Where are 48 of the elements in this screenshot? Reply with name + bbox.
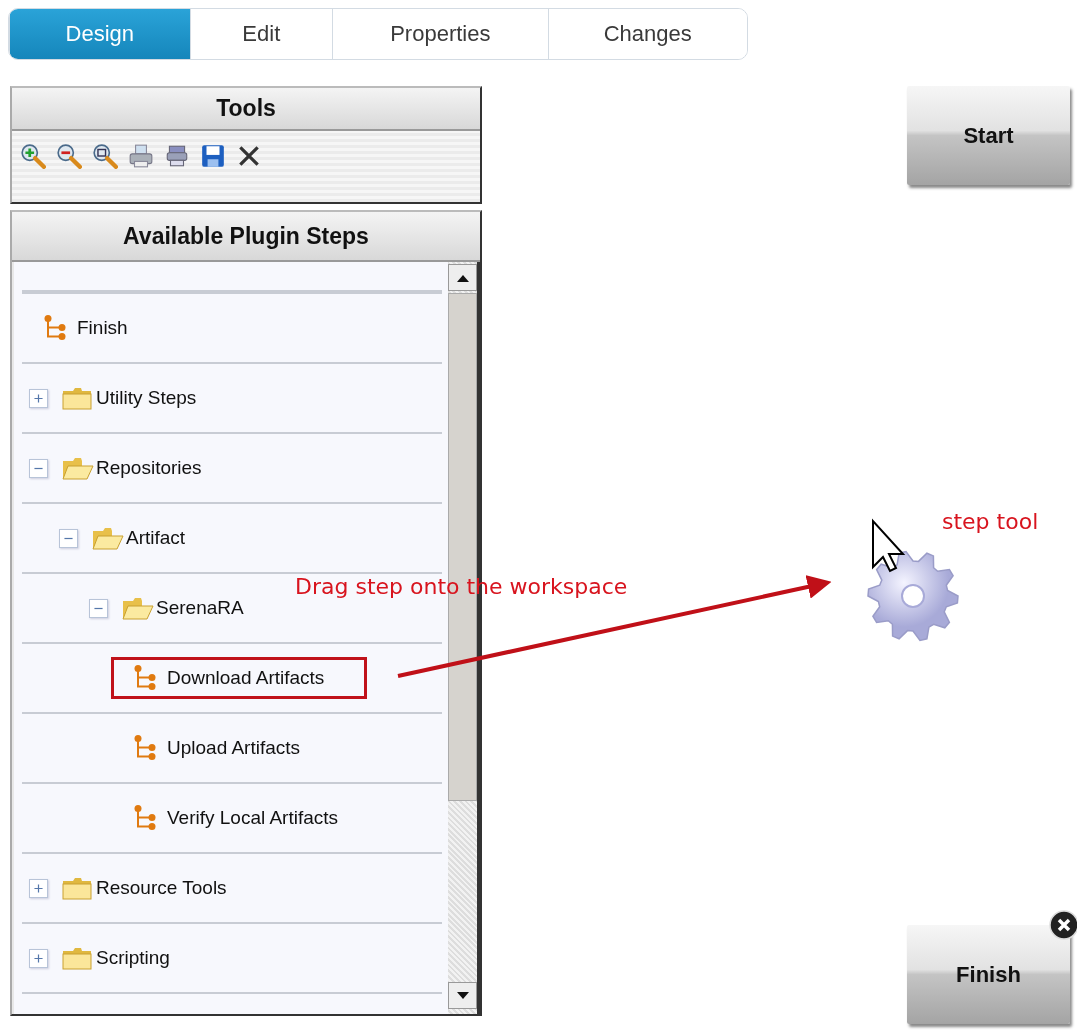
open-folder-icon xyxy=(121,595,154,621)
callout-text: step tool xyxy=(942,509,1039,534)
tree-item[interactable]: Download Artifacts xyxy=(167,667,325,689)
expand-toggle[interactable] xyxy=(29,388,48,408)
tab[interactable]: Changes xyxy=(547,9,747,59)
print-preview-icon[interactable] xyxy=(164,143,190,169)
plus-icon xyxy=(32,881,45,895)
tree-item[interactable]: Finish xyxy=(77,317,128,339)
cursor-icon xyxy=(872,518,906,573)
scroll-up-button[interactable] xyxy=(448,264,477,291)
tree-item[interactable]: Upload Artifacts xyxy=(167,737,301,759)
close-icon[interactable] xyxy=(236,143,262,169)
tree-item[interactable]: Repositories xyxy=(96,457,202,479)
folder-icon xyxy=(61,385,94,411)
gear-icon xyxy=(867,550,959,642)
folder-icon xyxy=(61,875,94,901)
save-icon[interactable] xyxy=(200,143,226,169)
tree-item[interactable]: Artifact xyxy=(126,527,186,549)
tree-item[interactable]: SerenaRA xyxy=(156,597,244,619)
expand-toggle[interactable] xyxy=(89,598,108,618)
tree-item[interactable]: Scripting xyxy=(96,947,170,969)
folder-icon xyxy=(61,945,94,971)
plus-icon xyxy=(32,951,45,965)
zoom-out-icon[interactable] xyxy=(56,143,82,169)
open-folder-icon xyxy=(91,525,124,551)
step-icon xyxy=(134,664,158,692)
remove-icon[interactable] xyxy=(1049,910,1077,940)
expand-toggle[interactable] xyxy=(29,878,48,898)
expand-toggle[interactable] xyxy=(29,458,48,478)
panel-title: Tools xyxy=(12,88,480,131)
printer-icon[interactable] xyxy=(128,143,154,169)
scroll-down-button[interactable] xyxy=(448,982,477,1009)
tree-item[interactable]: Verify Local Artifacts xyxy=(167,807,339,829)
zoom-in-icon[interactable] xyxy=(20,143,46,169)
zoom-fit-icon[interactable] xyxy=(92,143,118,169)
workflow-node[interactable]: Finish xyxy=(907,925,1070,1024)
expand-toggle[interactable] xyxy=(59,528,78,548)
step-icon xyxy=(44,314,68,342)
expand-toggle[interactable] xyxy=(29,948,48,968)
down-arrow-icon xyxy=(455,990,470,1001)
open-folder-icon xyxy=(61,455,94,481)
panel-title: Available Plugin Steps xyxy=(12,212,480,262)
tree-item[interactable]: Utility Steps xyxy=(96,387,197,409)
plus-icon xyxy=(32,391,45,405)
tree-item[interactable]: Resource Tools xyxy=(96,877,227,899)
step-icon xyxy=(134,804,158,832)
workflow-node[interactable]: Start xyxy=(907,86,1070,185)
step-icon xyxy=(134,734,158,762)
